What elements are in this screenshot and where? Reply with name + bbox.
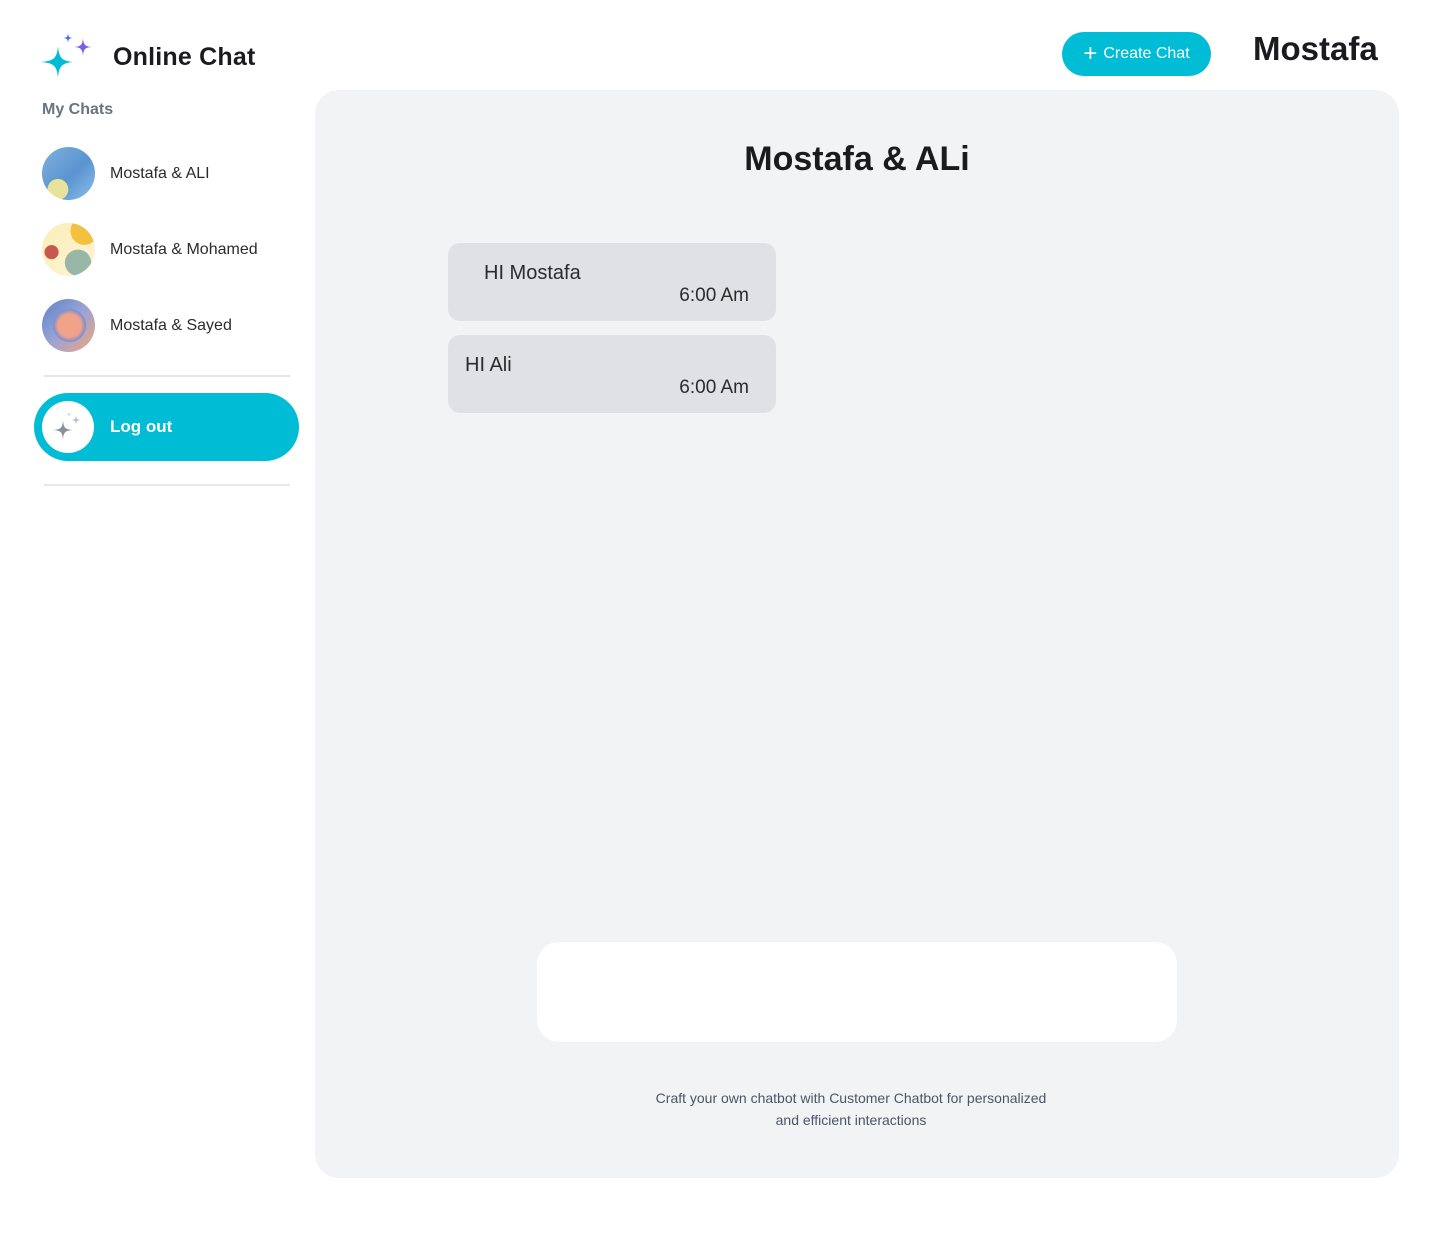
chat-item-label: Mostafa & Sayed (110, 316, 232, 334)
footer-line: Craft your own chatbot with Customer Cha… (655, 1090, 1047, 1106)
chat-item-mostafa-ali[interactable]: Mostafa & ALI (42, 147, 292, 200)
chat-item-mostafa-mohamed[interactable]: Mostafa & Mohamed (42, 223, 292, 276)
chat-title: Mostafa & ALi (744, 140, 970, 178)
message-time: 6:00 Am (679, 377, 749, 398)
message-text: HI Mostafa (484, 262, 581, 284)
message-input[interactable] (537, 942, 1177, 1042)
logout-button[interactable]: Log out (34, 393, 299, 461)
chat-item-label: Mostafa & ALI (110, 164, 210, 182)
message-time: 6:00 Am (679, 285, 749, 306)
message-bubble: HI Mostafa 6:00 Am (448, 243, 776, 321)
avatar (42, 147, 95, 200)
sparkle-logo-icon (38, 30, 96, 84)
logout-label: Log out (110, 417, 173, 436)
message-text: HI Ali (465, 354, 512, 376)
app-title: Online Chat (113, 42, 256, 71)
message-bubble: HI Ali 6:00 Am (448, 335, 776, 413)
plus-icon: + (1083, 40, 1098, 67)
chat-panel: Mostafa & ALi HI Mostafa 6:00 Am HI Ali … (315, 90, 1399, 1178)
chat-list: Mostafa & ALI Mostafa & Mohamed Mostafa … (42, 147, 292, 375)
avatar (42, 299, 95, 352)
footer-line: and efficient interactions (775, 1112, 927, 1128)
chat-item-mostafa-sayed[interactable]: Mostafa & Sayed (42, 299, 292, 352)
avatar (42, 223, 95, 276)
chat-item-label: Mostafa & Mohamed (110, 240, 258, 258)
username: Mostafa (1253, 30, 1378, 67)
sidebar-divider (44, 484, 290, 486)
create-chat-label: Create Chat (1103, 45, 1190, 62)
my-chats-heading: My Chats (42, 101, 114, 118)
brand: Online Chat (38, 30, 255, 84)
footer-note: Craft your own chatbot with Customer Cha… (315, 1087, 1387, 1131)
create-chat-button[interactable]: + Create Chat (1062, 32, 1211, 76)
sparkle-icon (42, 401, 94, 453)
sidebar-divider (44, 375, 290, 377)
